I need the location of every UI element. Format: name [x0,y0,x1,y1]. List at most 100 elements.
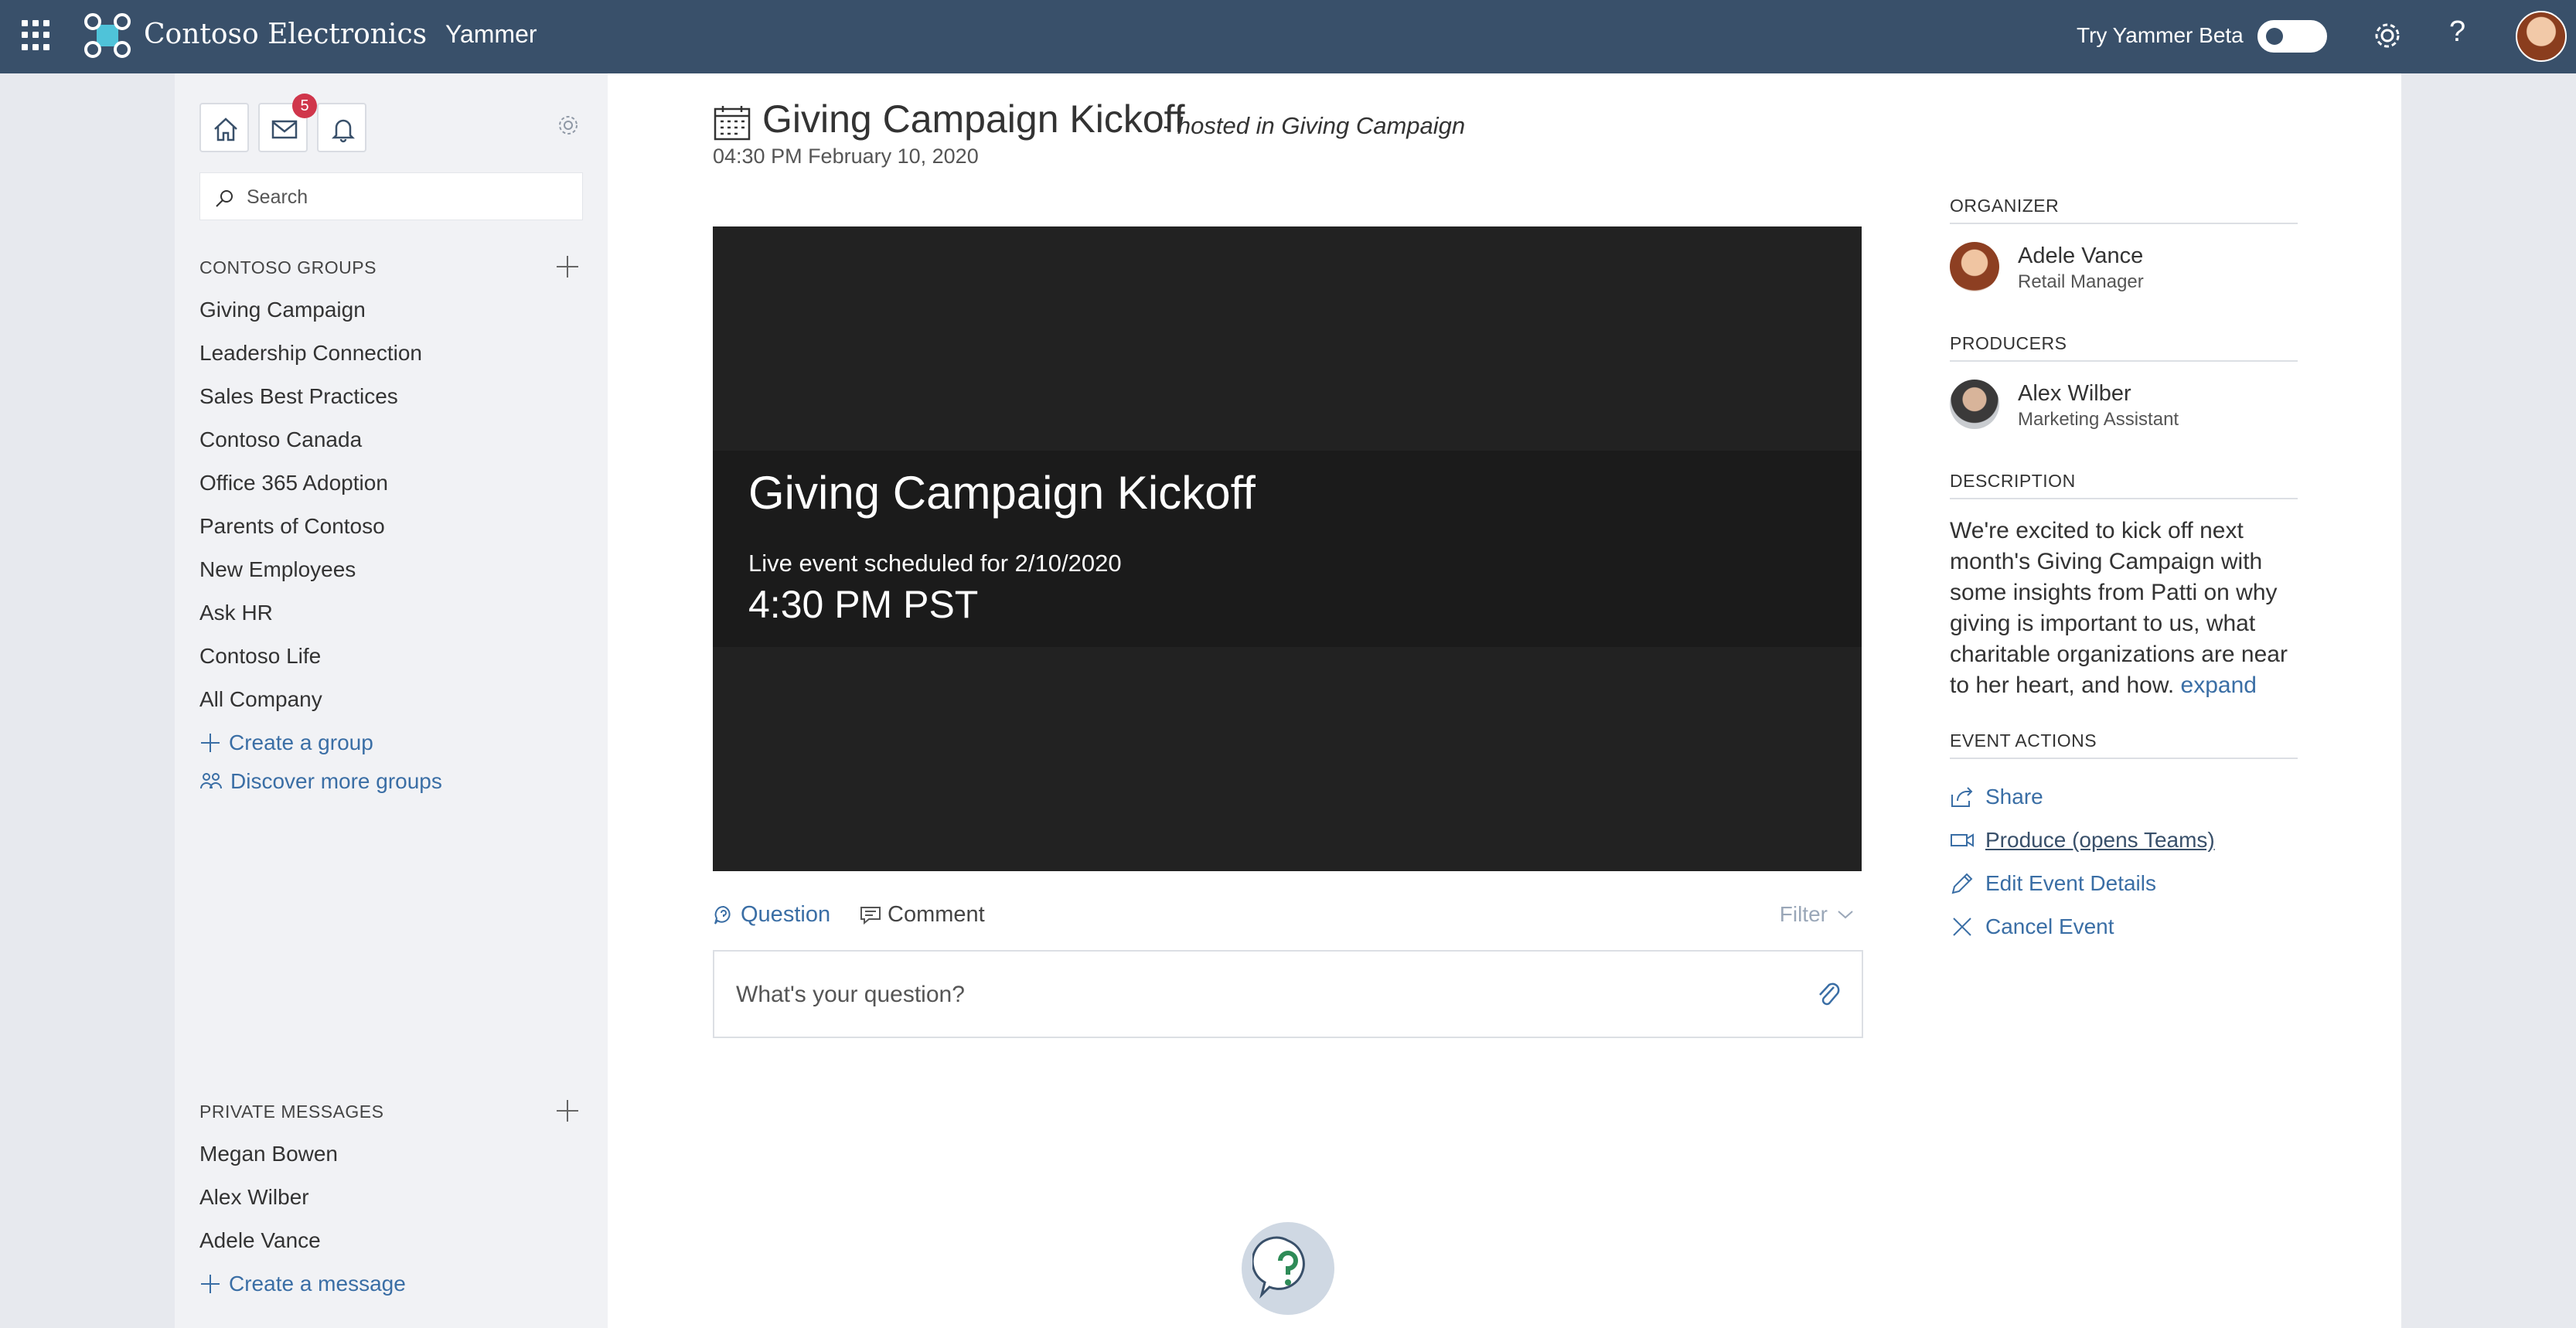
organizer-role: Retail Manager [2018,271,2144,292]
share-label: Share [1985,785,2043,809]
plus-icon [201,1275,220,1293]
share-action[interactable]: Share [1950,775,2215,819]
home-icon [214,117,237,141]
avatar [1950,242,1999,291]
produce-action[interactable]: Produce (opens Teams) [1950,819,2215,862]
nav-settings-gear-icon[interactable] [557,114,580,137]
avatar [1950,380,1999,429]
share-icon [1951,787,1973,807]
video-camera-icon [1951,833,1974,847]
filter-label: Filter [1779,902,1828,926]
private-message-item[interactable]: Alex Wilber [199,1183,338,1227]
group-item[interactable]: Parents of Contoso [199,512,422,556]
add-group-plus-icon[interactable] [555,254,580,279]
discover-groups-link[interactable]: Discover more groups [199,769,442,794]
produce-label: Produce (opens Teams) [1985,828,2215,852]
group-list: Giving Campaign Leadership Connection Sa… [199,296,422,729]
question-input[interactable] [736,976,1757,1013]
groups-header: CONTOSO GROUPS [199,257,377,278]
tab-question-label: Question [741,902,831,927]
bell-icon [331,119,356,143]
attachment-icon[interactable] [1815,978,1842,1009]
description-text: We're excited to kick off next month's G… [1950,518,2288,698]
group-item[interactable]: Office 365 Adoption [199,469,422,512]
settings-gear-icon[interactable] [2370,19,2404,53]
notifications-button[interactable] [317,103,366,152]
people-icon [200,773,222,789]
app-launcher-icon[interactable] [22,20,53,51]
search-input[interactable] [247,182,571,212]
top-bar: Contoso Electronics Yammer Try Yammer Be… [0,0,2576,73]
edit-event-label: Edit Event Details [1985,871,2156,895]
create-group-label: Create a group [229,730,373,754]
group-item[interactable]: Contoso Life [199,642,422,686]
group-item[interactable]: Leadership Connection [199,339,422,383]
search-icon [216,190,233,207]
tab-question[interactable]: Question [713,902,830,928]
group-item[interactable]: All Company [199,686,422,729]
private-message-list: Megan Bowen Alex Wilber Adele Vance [199,1140,338,1270]
private-message-item[interactable]: Megan Bowen [199,1140,338,1183]
event-actions-header: EVENT ACTIONS [1950,730,2298,759]
mail-icon [271,120,298,139]
private-message-item[interactable]: Adele Vance [199,1227,338,1270]
inbox-badge: 5 [292,94,317,118]
group-item[interactable]: New Employees [199,556,422,599]
filter-dropdown[interactable]: Filter [1780,902,1854,927]
question-composer[interactable] [713,950,1863,1038]
organizer-header: ORGANIZER [1950,196,2298,224]
video-title: Giving Campaign Kickoff [748,467,1256,519]
create-message-label: Create a message [229,1272,406,1296]
app-name[interactable]: Yammer [445,20,537,49]
group-item[interactable]: Giving Campaign [199,296,422,339]
discover-groups-label: Discover more groups [230,769,442,793]
beta-toggle-label: Try Yammer Beta [2077,23,2244,47]
group-item[interactable]: Sales Best Practices [199,383,422,426]
add-message-plus-icon[interactable] [555,1098,580,1123]
group-item[interactable]: Contoso Canada [199,426,422,469]
producer-role: Marketing Assistant [2018,409,2179,430]
search-box[interactable] [199,172,583,220]
close-icon [1953,918,1971,936]
cancel-event-label: Cancel Event [1985,914,2114,938]
question-answer-icon [1252,1236,1305,1299]
help-icon[interactable]: ? [2449,15,2465,49]
cancel-event-action[interactable]: Cancel Event [1950,905,2215,948]
user-avatar[interactable] [2516,11,2567,62]
plus-icon [201,734,220,752]
tab-comment[interactable]: Comment [860,902,985,928]
edit-event-action[interactable]: Edit Event Details [1950,862,2215,905]
home-button[interactable] [199,103,249,152]
conversation-tabs: Question Comment Filter [713,902,1862,936]
video-start-time: 4:30 PM PST [748,583,979,626]
chevron-down-icon [1838,911,1853,919]
qa-help-button[interactable] [1242,1222,1334,1315]
event-datetime: 04:30 PM February 10, 2020 [713,145,979,168]
description-header: DESCRIPTION [1950,471,2298,499]
question-bubble-icon [714,905,731,924]
create-group-link[interactable]: Create a group [199,730,373,755]
toggle-knob [2266,28,2283,45]
brand-name[interactable]: Contoso Electronics [144,19,427,50]
tab-comment-label: Comment [888,902,985,927]
create-message-link[interactable]: Create a message [199,1272,406,1296]
private-messages-header: PRIVATE MESSAGES [199,1102,384,1122]
event-title: Giving Campaign Kickoff [762,97,1185,141]
group-item[interactable]: Ask HR [199,599,422,642]
pencil-icon [1951,873,1973,894]
expand-link[interactable]: expand [2181,673,2257,698]
contoso-logo-icon [84,13,131,58]
hosted-in-label[interactable]: - hosted in Giving Campaign [1163,112,1465,140]
beta-toggle[interactable] [2257,20,2327,53]
producers-header: PRODUCERS [1950,333,2298,362]
event-description: We're excited to kick off next month's G… [1950,516,2298,701]
comment-icon [860,906,881,924]
left-nav: 5 CONTOSO GROUPS Giving Campaign Leaders… [175,73,608,1328]
video-player[interactable]: Giving Campaign Kickoff Live event sched… [713,226,1862,871]
event-actions-list: Share Produce (opens Teams) Edit Event D… [1950,775,2215,948]
video-schedule-text: Live event scheduled for 2/10/2020 [748,550,1122,577]
producer-name: Alex Wilber [2018,381,2131,406]
organizer-name: Adele Vance [2018,243,2144,268]
main-content: Giving Campaign Kickoff - hosted in Givi… [608,73,2401,1328]
calendar-icon [714,106,751,141]
